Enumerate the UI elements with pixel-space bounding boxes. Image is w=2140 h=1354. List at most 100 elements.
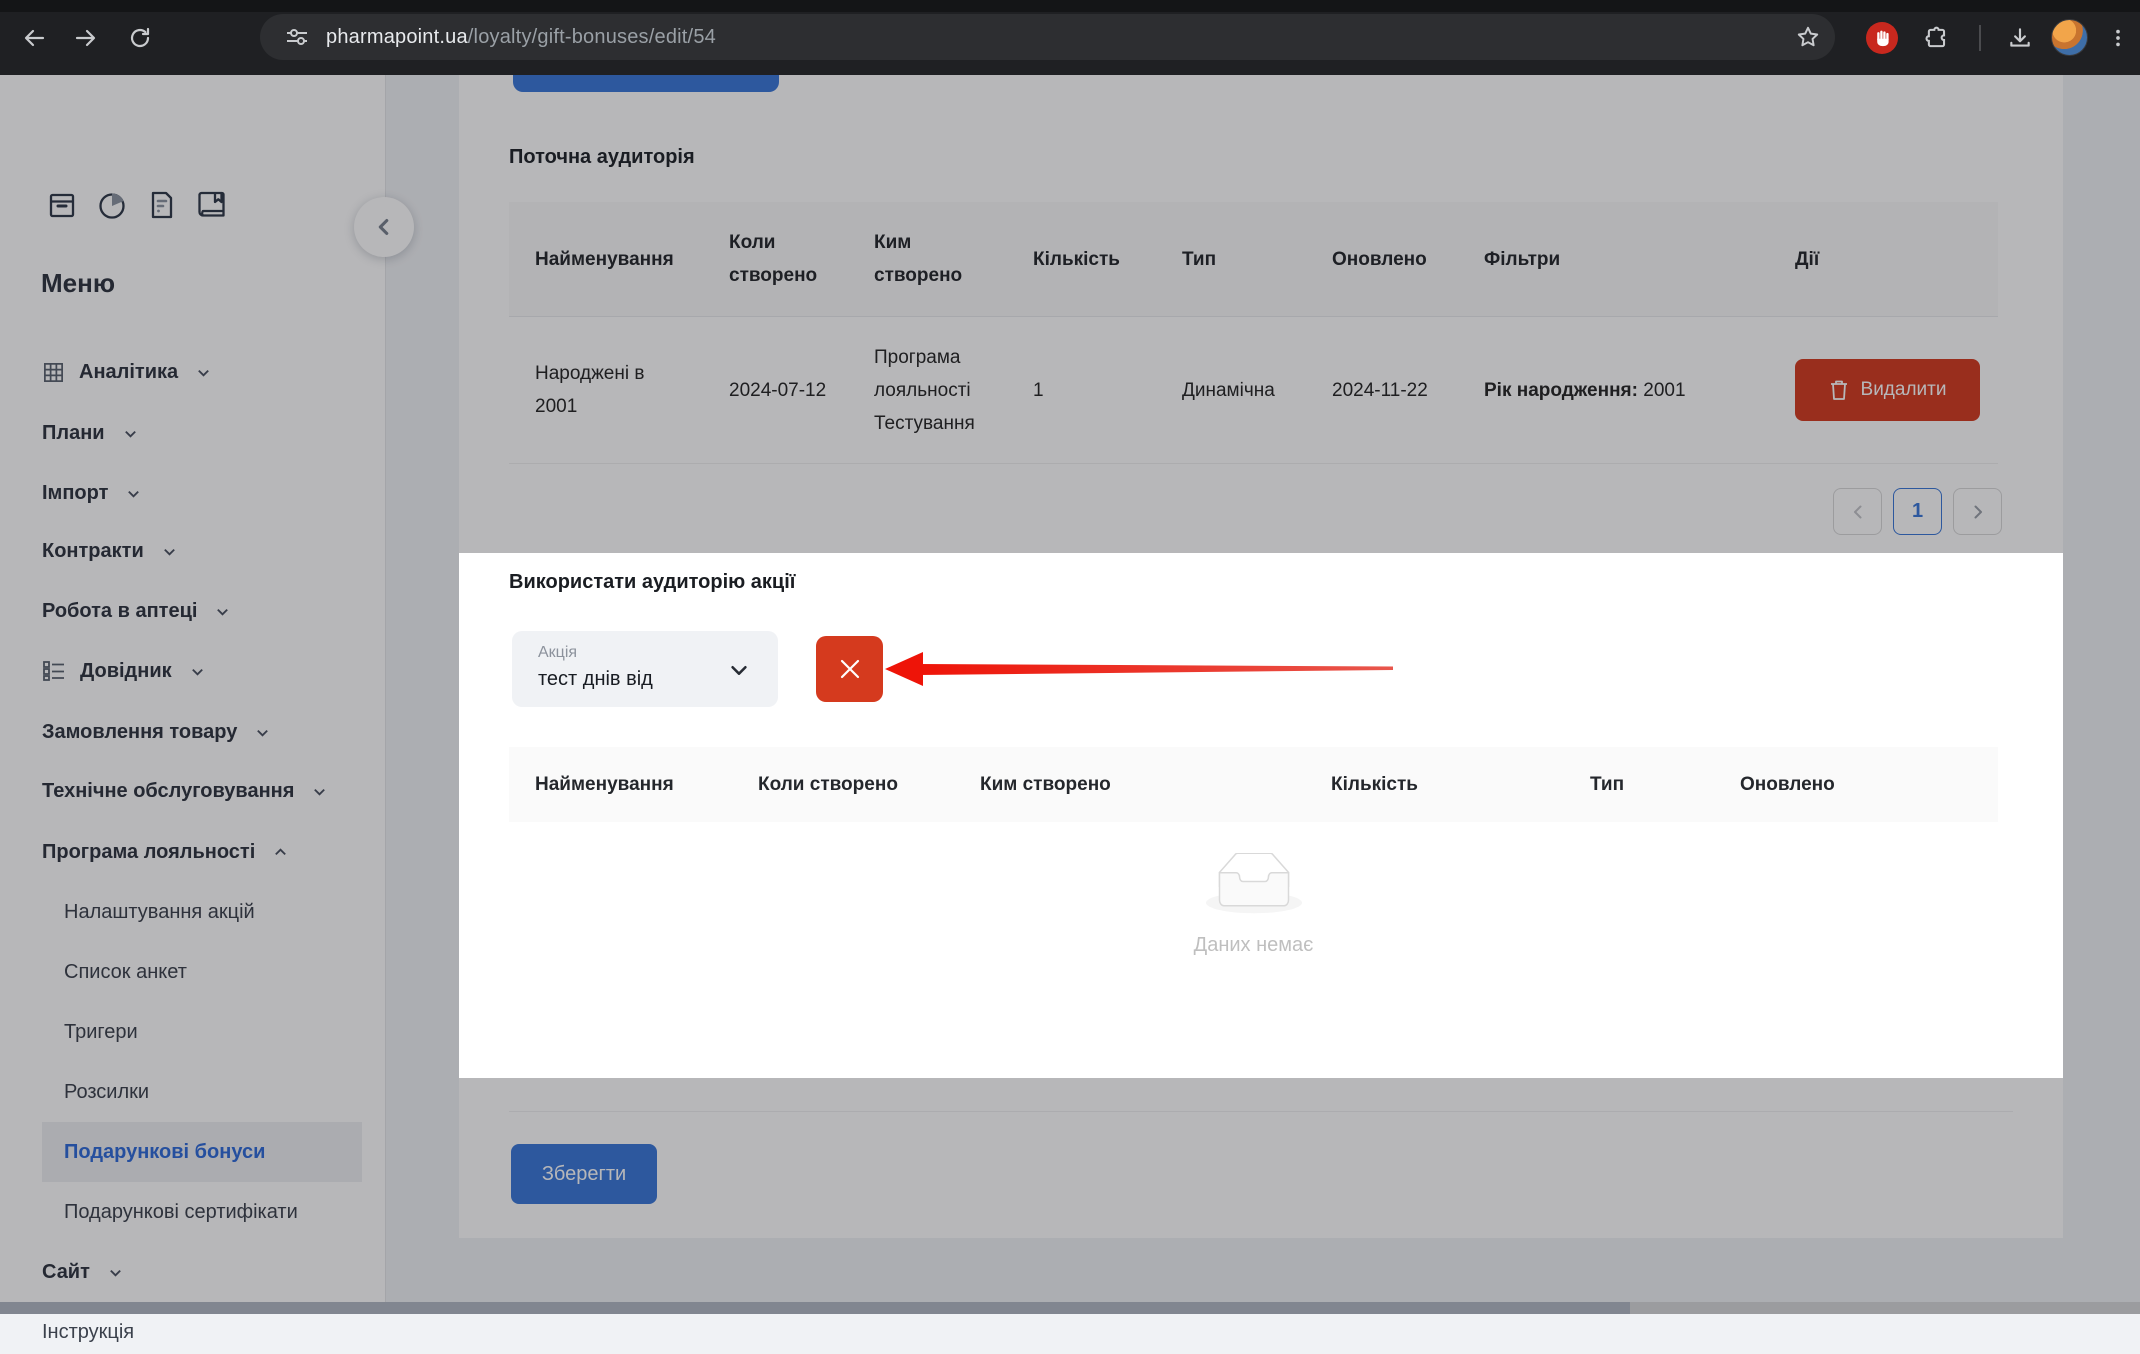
address-bar[interactable]: pharmapoint.ua/loyalty/gift-bonuses/edit… xyxy=(260,14,1835,60)
url-text: pharmapoint.ua/loyalty/gift-bonuses/edit… xyxy=(326,26,716,49)
promo-select[interactable]: Акція тест днів від xyxy=(512,631,778,707)
column-header: Ким створено xyxy=(848,202,1007,317)
url-domain: pharmapoint.ua xyxy=(326,26,468,48)
empty-inbox-icon xyxy=(1206,853,1302,915)
back-icon[interactable] xyxy=(18,22,50,54)
sidebar-item-label: Подарункові бонуси xyxy=(64,1141,265,1164)
sidebar-item-import[interactable]: Імпорт xyxy=(42,471,141,515)
page-number: 1 xyxy=(1912,500,1923,523)
forward-icon[interactable] xyxy=(70,22,102,54)
browser-menu-icon[interactable] xyxy=(2102,22,2134,54)
sidebar-item-analytics[interactable]: Аналітика xyxy=(42,350,211,394)
sidebar-item-label: Розсилки xyxy=(64,1081,149,1104)
column-header: Дії xyxy=(1769,202,1998,317)
annotation-arrow xyxy=(883,649,1395,689)
chevron-down-icon xyxy=(108,1265,123,1280)
pagination-page-1[interactable]: 1 xyxy=(1893,488,1942,535)
sidebar-item-plans[interactable]: Плани xyxy=(42,411,138,455)
sidebar-item-pharmacy-work[interactable]: Робота в аптеці xyxy=(42,589,230,633)
sidebar-item-directory[interactable]: Довідник xyxy=(42,649,205,693)
sidebar-item-label: Сайт xyxy=(42,1261,90,1284)
sidebar-item-label: Програма лояльності xyxy=(42,841,255,864)
cell-count: 1 xyxy=(1007,317,1156,464)
sidebar-item-label: Налаштування акцій xyxy=(64,901,255,924)
sidebar-item-label: Замовлення товару xyxy=(42,721,237,744)
sidebar-collapse-button[interactable] xyxy=(354,197,414,257)
close-icon xyxy=(835,654,865,684)
column-header: Коли створено xyxy=(703,202,848,317)
column-header: Тип xyxy=(1564,747,1714,822)
pagination-next-button[interactable] xyxy=(1953,488,2002,535)
cell-actions: Видалити xyxy=(1769,317,1998,464)
list-icon xyxy=(42,660,66,682)
sidebar-item-label: Аналітика xyxy=(79,361,178,384)
sidebar-item-goods-order[interactable]: Замовлення товару xyxy=(42,710,270,754)
trash-icon xyxy=(1829,379,1849,401)
toolbar-separator xyxy=(1979,25,1981,51)
column-header: Кількість xyxy=(1007,202,1156,317)
sidebar-item-loyalty-program[interactable]: Програма лояльності xyxy=(42,830,288,874)
cell-type: Динамічна xyxy=(1156,317,1306,464)
sidebar-item-promo-settings[interactable]: Налаштування акцій xyxy=(64,890,255,934)
chevron-down-icon xyxy=(196,365,211,380)
sidebar-item-label: Довідник xyxy=(80,660,172,683)
reload-icon[interactable] xyxy=(124,22,156,54)
filter-label: Рік народження: xyxy=(1484,374,1638,407)
chevron-down-icon xyxy=(255,725,270,740)
grid-icon xyxy=(42,361,65,384)
book-icon[interactable] xyxy=(196,189,228,221)
sidebar-item-gift-certificates[interactable]: Подарункові сертифікати xyxy=(64,1190,298,1234)
sidebar-item-label: Інструкція xyxy=(42,1321,134,1344)
empty-state-text: Даних немає xyxy=(509,934,1998,957)
chevron-down-icon xyxy=(126,486,141,501)
adblock-extension-icon[interactable] xyxy=(1866,22,1898,54)
clear-promo-button[interactable] xyxy=(816,636,883,702)
horizontal-scrollbar-thumb[interactable] xyxy=(0,1302,1630,1314)
save-button[interactable]: Зберегти xyxy=(511,1144,657,1204)
browser-toolbar: pharmapoint.ua/loyalty/gift-bonuses/edit… xyxy=(0,0,2140,75)
column-header: Кількість xyxy=(1305,747,1564,822)
column-header: Оновлено xyxy=(1306,202,1458,317)
chevron-down-icon xyxy=(123,426,138,441)
chevron-down-icon xyxy=(190,664,205,679)
archive-box-icon[interactable] xyxy=(46,189,78,221)
promo-audience-table-header: Найменування Коли створено Ким створено … xyxy=(509,747,1998,822)
promo-select-value: тест днів від xyxy=(538,668,653,691)
promo-panel-title: Використати аудиторію акції xyxy=(509,571,795,594)
site-settings-icon[interactable] xyxy=(284,24,310,50)
delete-button[interactable]: Видалити xyxy=(1795,359,1980,421)
sidebar-item-maintenance[interactable]: Технічне обслуговування xyxy=(42,769,327,813)
cell-created-at: 2024-07-12 xyxy=(703,317,848,464)
horizontal-scrollbar xyxy=(0,1302,2140,1314)
sidebar-item-site[interactable]: Сайт xyxy=(42,1250,123,1294)
pie-chart-icon[interactable] xyxy=(96,189,128,221)
sidebar-item-triggers[interactable]: Тригери xyxy=(64,1010,138,1054)
column-header: Найменування xyxy=(509,202,703,317)
sidebar-title: Меню xyxy=(41,268,115,299)
delete-button-label: Видалити xyxy=(1861,379,1947,401)
chevron-up-icon xyxy=(273,845,288,860)
sidebar-item-label: Імпорт xyxy=(42,482,108,505)
sidebar-item-gift-bonuses[interactable]: Подарункові бонуси xyxy=(42,1122,362,1182)
cell-created-by: Програма лояльності Тестування xyxy=(848,317,1007,464)
sidebar-item-questionnaires[interactable]: Список анкет xyxy=(64,950,187,994)
bookmark-star-icon[interactable] xyxy=(1795,24,1821,50)
cell-name: Народжені в 2001 xyxy=(509,317,703,464)
pagination-prev-button[interactable] xyxy=(1833,488,1882,535)
column-header: Найменування xyxy=(509,747,732,822)
sidebar-item-contracts[interactable]: Контракти xyxy=(42,529,177,573)
footer-divider xyxy=(509,1111,2013,1112)
document-icon[interactable] xyxy=(146,189,178,221)
tab-strip xyxy=(0,0,2140,12)
pagination: 1 xyxy=(1833,488,2002,535)
cutoff-blue-button[interactable] xyxy=(513,75,779,92)
sidebar-item-instruction[interactable]: Інструкція xyxy=(42,1310,134,1354)
extensions-puzzle-icon[interactable] xyxy=(1921,22,1953,54)
downloads-icon[interactable] xyxy=(2004,22,2036,54)
url-path: /loyalty/gift-bonuses/edit/54 xyxy=(468,26,716,48)
sidebar-item-mailings[interactable]: Розсилки xyxy=(64,1070,149,1114)
sidebar-item-label: Контракти xyxy=(42,540,144,563)
sidebar-item-label: Плани xyxy=(42,422,105,445)
sidebar-item-label: Список анкет xyxy=(64,961,187,984)
profile-avatar[interactable] xyxy=(2051,19,2088,56)
